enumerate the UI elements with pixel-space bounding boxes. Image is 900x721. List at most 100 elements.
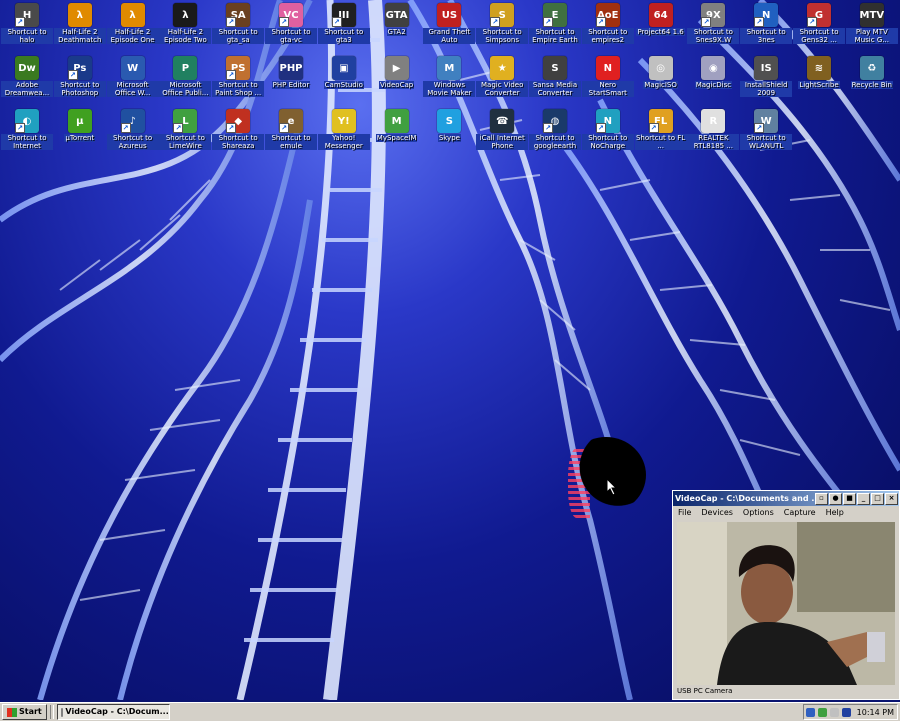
desktop-icon-mtv[interactable]: MTV Play MTV Music G... xyxy=(845,1,898,53)
start-button[interactable]: Start xyxy=(2,704,47,720)
desktop-icon-sansa[interactable]: S Sansa Media Converter xyxy=(529,54,581,106)
maximize-button[interactable]: □ xyxy=(871,492,884,505)
desktop-icon-label: Shortcut to NoCharge xyxy=(581,134,634,150)
shortcut-arrow-icon: ↗ xyxy=(120,123,131,133)
desktop-icon-myspace[interactable]: M MySpaceIM xyxy=(371,107,423,159)
desktop-icon-empire-earth[interactable]: E ↗ Shortcut to Empire Earth xyxy=(529,1,581,53)
desktop-icon-publisher[interactable]: P Microsoft Office Publi... xyxy=(159,54,212,106)
stop-icon[interactable]: ■ xyxy=(843,492,856,505)
desktop-icon-label: InstallShield 2009 xyxy=(740,81,793,97)
close-button[interactable]: × xyxy=(885,492,898,505)
desktop-icon-snes9x[interactable]: 9X ↗ Shortcut to Snes9X.W xyxy=(687,1,740,53)
desktop-icon-azureus[interactable]: ♪ ↗ Shortcut to Azureus xyxy=(106,107,159,159)
desktop-icon-magicdisc[interactable]: ◉ MagicDisc xyxy=(687,54,739,106)
desktop-icon-google-earth[interactable]: ◍ ↗ Shortcut to googleearth xyxy=(529,107,581,159)
google-earth-icon: ◍ ↗ xyxy=(543,109,567,133)
simpsons-icon: S ↗ xyxy=(490,3,515,27)
camera-icon[interactable]: ▫ xyxy=(815,492,828,505)
desktop-icon-yahoo-messenger[interactable]: Y! Yahoo! Messenger xyxy=(317,107,370,159)
minimize-button[interactable]: _ xyxy=(857,492,870,505)
volume-icon[interactable] xyxy=(829,707,839,717)
desktop-icon-label: Recycle Bin xyxy=(850,81,893,89)
desktop-icon-php[interactable]: PHP PHP Editor xyxy=(265,54,317,106)
desktop-icon-lightscribe[interactable]: ≋ LightScribe xyxy=(793,54,845,106)
clock[interactable]: 10:14 PM xyxy=(857,708,894,717)
desktop-icon-label: Shortcut to LimeWire xyxy=(159,134,212,150)
shortcut-arrow-icon: ↗ xyxy=(67,70,78,80)
desktop-icon-skype[interactable]: S Skype xyxy=(423,107,475,159)
desktop-icon-installshield[interactable]: IS InstallShield 2009 xyxy=(740,54,793,106)
desktop-icon-magiciso[interactable]: ◎ MagicISO xyxy=(635,54,687,106)
desktop-icon-shareaza[interactable]: ◆ ↗ Shortcut to Shareaza xyxy=(212,107,265,159)
menu-help[interactable]: Help xyxy=(821,506,849,520)
shortcut-arrow-icon: ↗ xyxy=(595,17,606,27)
installshield-icon: IS xyxy=(754,56,779,80)
desktop-icon-halo[interactable]: H ↗ Shortcut to halo xyxy=(1,1,53,53)
desktop-icon-movie-maker[interactable]: M Windows Movie Maker xyxy=(423,54,476,106)
desktop-icon-simpsons[interactable]: S ↗ Shortcut to Simpsons xyxy=(476,1,529,53)
desktop-icon-dreamweaver[interactable]: Dw Adobe Dreamwea... xyxy=(1,54,53,106)
tray-app-icon[interactable] xyxy=(817,707,827,717)
menu-options[interactable]: Options xyxy=(738,506,779,520)
desktop-icon-half-life[interactable]: λ Half-Life 2 Deathmatch xyxy=(53,1,106,53)
desktop-icon-word[interactable]: W Microsoft Office W... xyxy=(106,54,159,106)
menu-devices[interactable]: Devices xyxy=(696,506,738,520)
desktop-icon-empires2[interactable]: AoE ↗ Shortcut to empires2 xyxy=(581,1,634,53)
word-icon: W xyxy=(120,56,145,80)
tray-app-icon[interactable] xyxy=(841,707,851,717)
desktop-icon-project64[interactable]: 64 Project64 1.6 xyxy=(635,1,687,53)
desktop-icon-label: Shortcut to 3nes xyxy=(740,28,793,44)
desktop-icon-wlan[interactable]: W ↗ Shortcut to WLANUTL xyxy=(740,107,793,159)
shortcut-arrow-icon: ↗ xyxy=(543,123,553,133)
desktop-icon-camstudio[interactable]: ▣ CamStudio xyxy=(318,54,370,106)
desktop-icon-label: Nero StartSmart xyxy=(581,81,634,97)
desktop-icon-nes[interactable]: N ↗ Shortcut to 3nes xyxy=(740,1,793,53)
desktop-icon-photoshop[interactable]: Ps ↗ Shortcut to Photoshop xyxy=(53,54,106,106)
desktop-icon-label: µTorrent xyxy=(64,134,96,142)
desktop-icon-nocharge[interactable]: N ↗ Shortcut to NoCharge xyxy=(581,107,634,159)
desktop-icon-label: Shortcut to gta-vc xyxy=(265,28,317,44)
desktop-icon-half-life[interactable]: λ Half-Life 2 Episode One xyxy=(106,1,159,53)
desktop-icon-label: Half-Life 2 Episode Two xyxy=(159,28,212,44)
network-icon[interactable] xyxy=(805,707,815,717)
desktop-icon-label: Shortcut to emule xyxy=(265,134,317,150)
desktop-icon-recycle-bin[interactable]: ♻ Recycle Bin xyxy=(846,54,898,106)
desktop-icon-gta2[interactable]: GTA GTA2 xyxy=(371,1,423,53)
desktop-icon-videocap[interactable]: ▶ VideoCap xyxy=(371,54,423,106)
php-icon: PHP xyxy=(279,56,303,80)
windows-logo-icon xyxy=(7,707,17,717)
desktop-icon-label: Shortcut to WLANUTL xyxy=(740,134,793,150)
desktop-icon-icall[interactable]: ☎ iCall Internet Phone xyxy=(476,107,529,159)
desktop-icon-gta-sa[interactable]: SA ↗ Shortcut to gta_sa xyxy=(212,1,265,53)
utorrent-icon: µ xyxy=(67,109,92,133)
desktop-icon-gta3[interactable]: III ↗ Shortcut to gta3 xyxy=(317,1,370,53)
shortcut-arrow-icon: ↗ xyxy=(279,123,289,133)
desktop-icon-realtek[interactable]: R REALTEK RTL8185 ... xyxy=(687,107,740,159)
record-icon[interactable]: ● xyxy=(829,492,842,505)
menu-file[interactable]: File xyxy=(673,506,696,520)
desktop-icon-half-life[interactable]: λ Half-Life 2 Episode Two xyxy=(159,1,212,53)
desktop-icon-gta-flag[interactable]: US Grand Theft Auto xyxy=(423,1,476,53)
desktop-icon-magic-video[interactable]: ★ Magic Video Converter xyxy=(476,54,529,106)
desktop-icon-nero[interactable]: N Nero StartSmart xyxy=(581,54,634,106)
desktop-icon-gta-vc[interactable]: VC ↗ Shortcut to gta-vc xyxy=(265,1,317,53)
desktop-icon-paintshop[interactable]: PS ↗ Shortcut to Paint Shop ... xyxy=(212,54,265,106)
desktop-icon-fl-studio[interactable]: FL ↗ Shortcut to FL ... xyxy=(634,107,687,159)
taskbar: Start VideoCap - C:\Docum... 10:14 PM xyxy=(0,702,900,721)
desktop-icon-limewire[interactable]: L ↗ Shortcut to LimeWire xyxy=(159,107,212,159)
menu-capture[interactable]: Capture xyxy=(779,506,821,520)
system-tray: 10:14 PM xyxy=(803,704,898,720)
taskbar-button-videocap[interactable]: VideoCap - C:\Docum... xyxy=(56,704,170,720)
desktop-icon-internet[interactable]: ◐ ↗ Shortcut to Internet xyxy=(1,107,53,159)
window-titlebar[interactable]: VideoCap - C:\Documents and ... ▫ ● ■ _ … xyxy=(673,491,899,506)
desktop-icon-utorrent[interactable]: µ µTorrent xyxy=(54,107,106,159)
shortcut-arrow-icon: ↗ xyxy=(15,17,25,27)
publisher-icon: P xyxy=(173,56,198,80)
desktop[interactable]: H ↗ Shortcut to halo λ Half-Life 2 Deathmatc… xyxy=(0,0,900,700)
desktop-icon-gens[interactable]: G ↗ Shortcut to Gens32 ... xyxy=(793,1,845,53)
desktop-icon-label: Project64 1.6 xyxy=(636,28,685,36)
internet-icon: ◐ ↗ xyxy=(15,109,39,133)
videocap-window[interactable]: VideoCap - C:\Documents and ... ▫ ● ■ _ … xyxy=(672,490,900,700)
desktop-icon-label: Shortcut to halo xyxy=(1,28,53,44)
desktop-icon-emule[interactable]: e ↗ Shortcut to emule xyxy=(265,107,317,159)
